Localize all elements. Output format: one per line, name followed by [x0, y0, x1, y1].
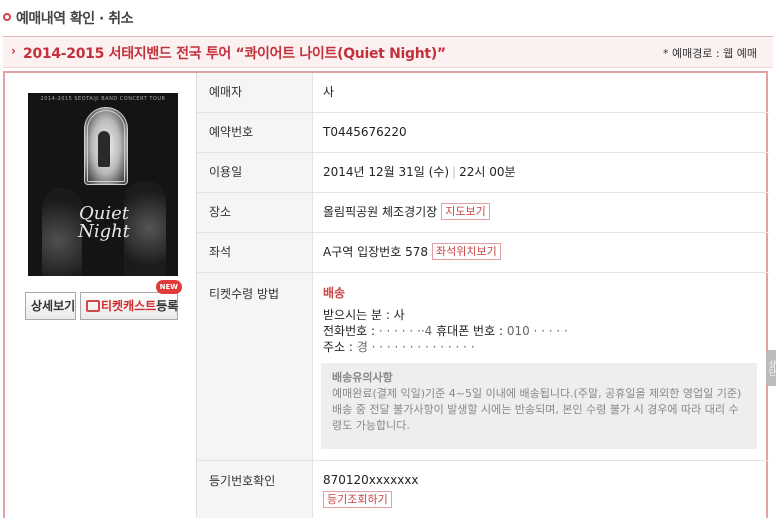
delivery-method: 배송 — [323, 286, 346, 300]
notice-text: 배송 중 전달 불가사항이 발생할 시에는 반송되며, 본인 수령 불가 시 경… — [332, 403, 739, 432]
show-title-bar: › 2014-2015 서태지밴드 전국 투어 “콰이어트 나이트(Quiet … — [3, 36, 773, 68]
ticket-icon — [86, 300, 100, 312]
date-text: 2014년 12월 31일 (수) — [323, 165, 450, 179]
table-row: 예매자 사 — [197, 73, 769, 113]
notice-text: 예매완료(결제 익일)기준 4~5일 이내에 배송됩니다.(주말, 공휴일을 제… — [332, 387, 742, 400]
mobile-label: 휴대폰 번호 : — [436, 324, 503, 338]
phone-line: 전화번호 : · · · · · ··4 휴대폰 번호 : 010 · · · … — [323, 323, 769, 339]
seat: A구역 입장번호 578 좌석위치보기 — [323, 233, 769, 272]
table-row: 장소 올림픽공원 체조경기장 지도보기 — [197, 193, 769, 233]
booker-name: 사 — [323, 85, 335, 99]
usage-date: 2014년 12월 31일 (수) | 22시 00분 — [323, 153, 769, 192]
mobile-value: 010 · · · · · — [506, 324, 568, 338]
detail-table: 예매자 사 예약번호 T0445676220 이용일 2014년 12월 31일… — [196, 73, 769, 518]
notice-title: 배송유의사항 — [332, 371, 393, 384]
row-label: 예약번호 — [197, 113, 313, 152]
booking-route: * 예매경로 : 웹 예매 — [662, 47, 757, 60]
register-label: 등록 — [156, 299, 179, 313]
row-label: 좌석 — [197, 233, 313, 272]
poster-top-text: 2014-2015 SEOTAIJI BAND CONCERT TOUR — [40, 96, 166, 102]
recipient: 받으시는 분 : 사 — [323, 308, 405, 322]
detail-button[interactable]: 상세보기 — [25, 292, 76, 320]
table-row: 티켓수령 방법 배송 받으시는 분 : 사 전화번호 : · · · · · ·… — [197, 273, 769, 461]
table-row: 등기번호확인 870120xxxxxxx 등기조회하기 — [197, 461, 769, 518]
seat-location-link[interactable]: 좌석위치보기 — [431, 243, 501, 260]
divider: | — [452, 165, 457, 179]
row-label: 등기번호확인 — [197, 461, 313, 518]
poster-figure — [98, 131, 110, 167]
show-poster[interactable]: 2014-2015 SEOTAIJI BAND CONCERT TOUR Qui… — [28, 93, 178, 276]
new-badge: NEW — [155, 280, 182, 294]
page-title: 예매내역 확인 · 취소 — [16, 11, 133, 27]
registration-lookup-link[interactable]: 등기조회하기 — [323, 491, 392, 508]
registration-number: 870120xxxxxxx — [323, 473, 419, 487]
reservation-number: T0445676220 — [323, 125, 407, 139]
page-header: 예매내역 확인 · 취소 — [0, 0, 776, 36]
reservation-detail-box: 2014-2015 SEOTAIJI BAND CONCERT TOUR Qui… — [3, 71, 769, 518]
table-row: 예약번호 T0445676220 — [197, 113, 769, 153]
time-text: 22시 00분 — [459, 165, 516, 179]
bullet-icon — [3, 13, 11, 21]
row-label: 이용일 — [197, 153, 313, 192]
address-value: 경 · · · · · · · · · · · · · · — [356, 340, 475, 354]
ticketcast-register-button[interactable]: 티켓캐스트등록 NEW — [80, 280, 182, 320]
venue-name: 올림픽공원 체조경기장 — [323, 205, 438, 219]
row-label: 티켓수령 방법 — [197, 273, 313, 460]
delivery-notice: 배송유의사항 예매완료(결제 익일)기준 4~5일 이내에 배송됩니다.(주말,… — [321, 363, 757, 449]
chevron-right-icon: › — [11, 44, 16, 58]
address-label: 주소 : — [323, 340, 353, 354]
table-row: 이용일 2014년 12월 31일 (수) | 22시 00분 — [197, 153, 769, 193]
row-label: 장소 — [197, 193, 313, 232]
show-title: 2014-2015 서태지밴드 전국 투어 “콰이어트 나이트(Quiet Ni… — [23, 46, 446, 62]
registration: 870120xxxxxxx 등기조회하기 — [323, 472, 769, 508]
receipt-method: 배송 받으시는 분 : 사 전화번호 : · · · · · ··4 휴대폰 번… — [323, 285, 769, 355]
poster-logo: Quiet Night — [78, 203, 130, 242]
scroll-top-tab[interactable]: 상단 — [766, 350, 776, 386]
address-line: 주소 : 경 · · · · · · · · · · · · · · — [323, 339, 769, 355]
phone-label: 전화번호 : — [323, 324, 376, 338]
row-label: 예매자 — [197, 73, 313, 112]
map-link[interactable]: 지도보기 — [441, 203, 490, 220]
seat-info: A구역 입장번호 578 — [323, 245, 428, 259]
ticketcast-label: 티켓캐스트 — [101, 299, 157, 313]
phone-value: · · · · · ··4 — [378, 324, 433, 338]
table-row: 좌석 A구역 입장번호 578 좌석위치보기 — [197, 233, 769, 273]
venue: 올림픽공원 체조경기장 지도보기 — [323, 193, 769, 232]
